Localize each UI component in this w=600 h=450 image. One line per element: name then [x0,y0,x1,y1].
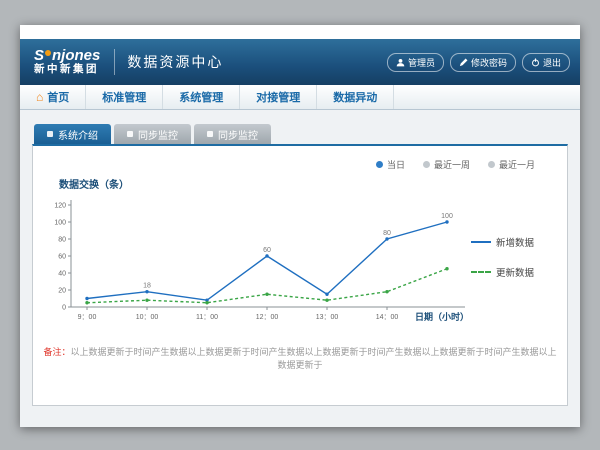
svg-text:120: 120 [54,203,66,210]
svg-text:9：00: 9：00 [78,314,97,321]
svg-text:40: 40 [58,271,66,278]
nav-item-data-change[interactable]: 数据异动 [317,85,394,109]
user-icon [396,58,405,67]
desktop-background: Snjones 新中新集团 数据资源中心 管理员修改密码退出 ⌂首页标准管理系统… [0,0,600,450]
svg-text:100: 100 [441,213,453,220]
footer-note: 备注：以上数据更新于时间产生数据以上数据更新于时间产生数据以上数据更新于时间产生… [43,345,557,371]
svg-text:80: 80 [58,237,66,244]
y-axis-title: 数据交换（条） [59,176,557,191]
nav-label: 标准管理 [102,89,146,105]
legend-label: 更新数据 [496,265,534,279]
tab-system-intro[interactable]: 系统介绍 [34,124,111,144]
svg-text:11：00: 11：00 [196,314,218,321]
series-line [87,269,447,303]
svg-text:12：00: 12：00 [256,314,279,321]
logout-button[interactable]: 退出 [522,53,570,72]
tab-label: 同步监控 [218,127,258,142]
home-icon: ⌂ [36,91,43,103]
nav-label: 首页 [47,89,69,105]
power-icon [531,58,540,67]
header-actions: 管理员 修改密码 退出 [387,53,570,72]
tab-bullet-icon [207,131,213,137]
app-header: Snjones 新中新集团 数据资源中心 管理员 修改密码 退出 [20,39,580,85]
nav-label: 对接管理 [256,89,300,105]
nav-label: 数据异动 [333,89,377,105]
tab-sync-monitor-1[interactable]: 同步监控 [114,124,191,144]
svg-text:60: 60 [58,254,66,261]
nav-item-home[interactable]: ⌂ 首页 [20,85,86,109]
svg-text:10：00: 10：00 [136,314,159,321]
header-divider [114,49,115,75]
content-area: 系统介绍 同步监控 同步监控 当日 最近一周 最近一月 数据交换（条） 0 20 40 60 8… [20,110,580,427]
legend-item: 新增数据 [471,235,551,249]
note-prefix: 备注： [43,347,70,357]
x-axis-title-text: 日期（小时） [415,311,469,322]
button-label: 管理员 [408,56,435,69]
time-range-selector: 当日 最近一周 最近一月 [376,158,535,171]
edit-icon [459,58,468,67]
admin-user-button[interactable]: 管理员 [387,53,444,72]
legend-line-sample [471,241,491,243]
range-last-week[interactable]: 最近一周 [423,158,470,171]
range-last-month[interactable]: 最近一月 [488,158,535,171]
chart-panel: 当日 最近一周 最近一月 数据交换（条） 0 20 40 60 80 100 120 9：00 10… [32,144,568,406]
tab-bar: 系统介绍 同步监控 同步监控 [34,124,568,144]
range-today[interactable]: 当日 [376,158,405,171]
note-text: 以上数据更新于时间产生数据以上数据更新于时间产生数据以上数据更新于时间产生数据以… [71,347,557,370]
exchange-line-chart: 0 20 40 60 80 100 120 9：00 10：00 11：00 12：00 13：00 1… [43,193,471,335]
svg-text:100: 100 [54,220,66,227]
radio-dot-icon [423,161,430,168]
button-label: 退出 [543,56,561,69]
legend-line-sample [471,271,491,273]
tab-label: 同步监控 [138,127,178,142]
tab-bullet-icon [47,131,53,137]
chart-row: 0 20 40 60 80 100 120 9：00 10：00 11：00 12：00 13：00 1… [43,193,557,335]
series-line [87,222,447,300]
svg-text:13：00: 13：00 [316,314,339,321]
logo-text-part1: S [34,48,44,65]
svg-text:60: 60 [263,247,271,254]
logo-dot-icon [45,50,51,56]
nav-label: 系统管理 [179,89,223,105]
chart-legend: 新增数据更新数据 [471,235,551,279]
radio-dot-icon [488,161,495,168]
nav-item-system-mgmt[interactable]: 系统管理 [163,85,240,109]
app-window: Snjones 新中新集团 数据资源中心 管理员修改密码退出 ⌂首页标准管理系统… [20,25,580,427]
svg-text:0: 0 [62,305,66,312]
change-password-button[interactable]: 修改密码 [450,53,516,72]
legend-item: 更新数据 [471,265,551,279]
svg-text:18: 18 [143,283,151,290]
main-nav: ⌂ 首页 标准管理 系统管理 对接管理 数据异动 [20,85,580,110]
button-label: 修改密码 [471,56,507,69]
app-title: 数据资源中心 [127,52,223,72]
logo-wordmark: Snjones [34,48,100,65]
nav-item-interface-mgmt[interactable]: 对接管理 [240,85,317,109]
radio-dot-icon [376,161,383,168]
radio-label: 最近一月 [499,158,535,171]
logo-subtitle: 新中新集团 [34,64,100,76]
svg-text:20: 20 [58,288,66,295]
radio-label: 最近一周 [434,158,470,171]
logo-text-part2: njones [52,48,100,65]
tab-sync-monitor-2[interactable]: 同步监控 [194,124,271,144]
radio-label: 当日 [387,158,405,171]
tab-bullet-icon [127,131,133,137]
page-top-strip [20,25,580,39]
nav-item-standard-mgmt[interactable]: 标准管理 [86,85,163,109]
legend-label: 新增数据 [496,235,534,249]
svg-text:80: 80 [383,230,391,237]
svg-text:14：00: 14：00 [376,314,399,321]
tab-label: 系统介绍 [58,127,98,142]
company-logo: Snjones 新中新集团 [34,48,100,76]
